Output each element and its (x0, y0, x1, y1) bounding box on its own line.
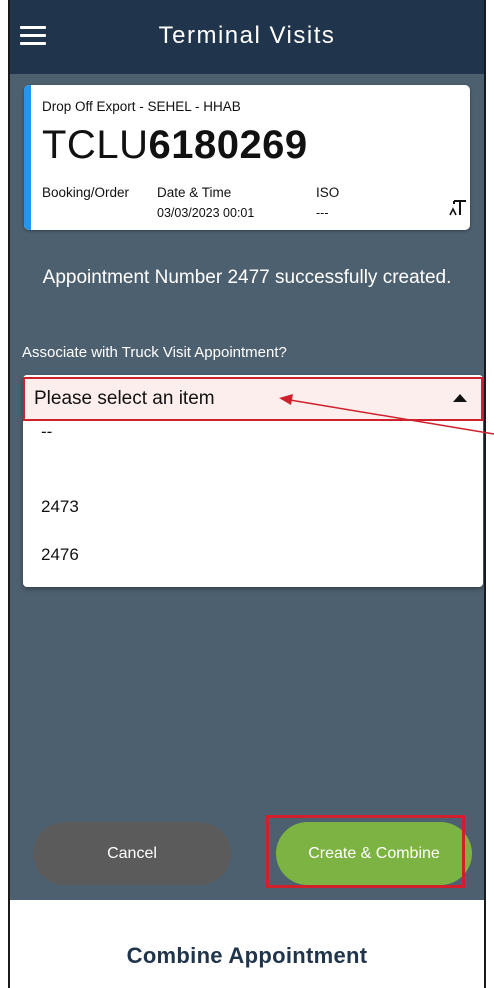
annotation-arrow (279, 394, 494, 435)
